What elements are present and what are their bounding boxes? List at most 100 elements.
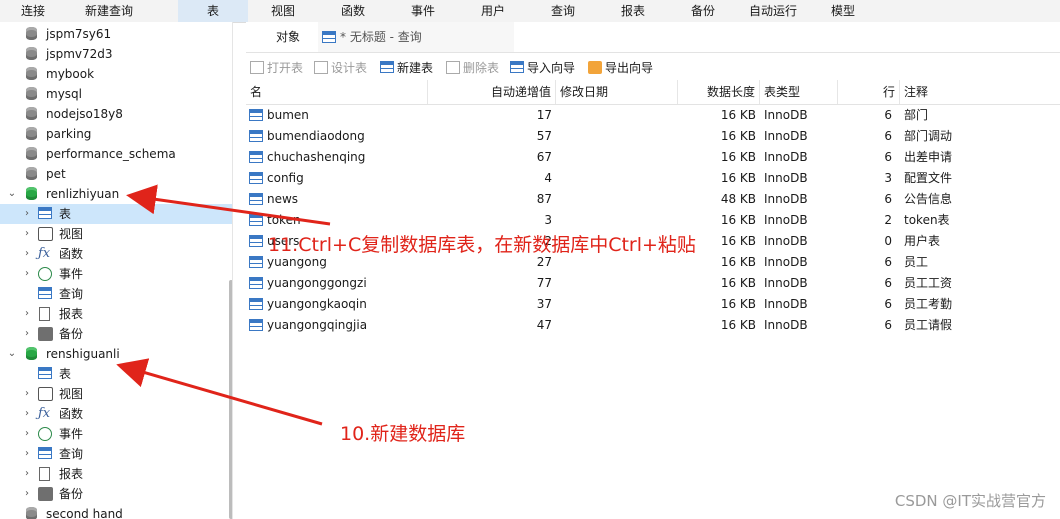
menu-new-query[interactable]: 新建查询: [70, 0, 148, 22]
cell-modified: [562, 168, 672, 189]
tree-node-events[interactable]: › 事件: [0, 264, 232, 284]
col-engine-header[interactable]: 表类型: [760, 80, 838, 104]
cell-name: yuangonggongzi: [267, 276, 367, 290]
table-row[interactable]: news 87 48 KB InnoDB 6 公告信息: [246, 189, 1060, 210]
new-table-button[interactable]: 新建表: [380, 56, 442, 80]
menu-report[interactable]: 报表: [600, 0, 666, 22]
chevron-right-icon[interactable]: ›: [22, 304, 32, 324]
cell-modified: [562, 105, 672, 126]
chevron-right-icon[interactable]: ›: [22, 404, 32, 424]
tree-node-functions[interactable]: › ƒx 函数: [0, 404, 232, 424]
tree-db-mysql[interactable]: mysql: [0, 84, 232, 104]
chevron-right-icon[interactable]: ›: [22, 224, 32, 244]
table-row[interactable]: bumendiaodong 57 16 KB InnoDB 6 部门调动: [246, 126, 1060, 147]
tree-db-jspmv72d3[interactable]: jspmv72d3: [0, 44, 232, 64]
button-label: 打开表: [267, 61, 304, 75]
sidebar-scrollbar[interactable]: [229, 280, 232, 519]
chevron-right-icon[interactable]: ›: [22, 264, 32, 284]
table-icon: [249, 130, 263, 142]
table-row[interactable]: chuchashenqing 67 16 KB InnoDB 6 出差申请: [246, 147, 1060, 168]
tree-node-tables[interactable]: › 表: [0, 204, 232, 224]
menu-view[interactable]: 视图: [250, 0, 316, 22]
tree-label: performance_schema: [46, 147, 176, 161]
tab-objects[interactable]: 对象: [258, 22, 318, 52]
tree-node-queries[interactable]: 查询: [0, 284, 232, 304]
tree-node-backups[interactable]: › 备份: [0, 484, 232, 504]
tree-db-nodejso18y8[interactable]: nodejso18y8: [0, 104, 232, 124]
table-row[interactable]: yuangongkaoqin 37 16 KB InnoDB 6 员工考勤: [246, 294, 1060, 315]
tree-node-tables[interactable]: 表: [0, 364, 232, 384]
table-row[interactable]: yuangonggongzi 77 16 KB InnoDB 6 员工工资: [246, 273, 1060, 294]
tree-db-renshiguanli[interactable]: ⌄ renshiguanli: [0, 344, 232, 364]
tree-node-queries[interactable]: › 查询: [0, 444, 232, 464]
cell-data-len: 16 KB: [720, 171, 756, 185]
query-icon: [322, 31, 336, 43]
col-autoinc-header[interactable]: 自动递增值: [428, 80, 556, 104]
tree-node-views[interactable]: › 视图: [0, 224, 232, 244]
menu-backup[interactable]: 备份: [670, 0, 736, 22]
cell-modified: [562, 126, 672, 147]
chevron-right-icon[interactable]: ›: [22, 384, 32, 404]
button-label: 设计表: [331, 61, 368, 75]
table-icon: [249, 256, 263, 268]
menu-function[interactable]: 函数: [320, 0, 386, 22]
menu-user[interactable]: 用户: [460, 0, 526, 22]
tree-db-pet[interactable]: pet: [0, 164, 232, 184]
database-icon: [26, 67, 41, 81]
open-table-button[interactable]: 打开表: [250, 56, 312, 80]
button-label: 删除表: [463, 61, 500, 75]
tree-db-mybook[interactable]: mybook: [0, 64, 232, 84]
menu-automation[interactable]: 自动运行: [740, 0, 806, 22]
cell-rows: 2: [884, 213, 892, 227]
tree-db-parking[interactable]: parking: [0, 124, 232, 144]
import-wizard-button[interactable]: 导入向导: [510, 56, 584, 80]
export-wizard-button[interactable]: 导出向导: [588, 56, 662, 80]
table-row[interactable]: yuangongqingjia 47 16 KB InnoDB 6 员工请假: [246, 315, 1060, 336]
table-row[interactable]: bumen 17 16 KB InnoDB 6 部门: [246, 105, 1060, 126]
col-modified-header[interactable]: 修改日期: [556, 80, 678, 104]
col-rows-header[interactable]: 行: [838, 80, 900, 104]
col-comment-header[interactable]: 注释: [900, 80, 1060, 104]
cell-auto-inc: 4: [544, 171, 552, 185]
tree-label: jspmv72d3: [46, 47, 113, 61]
chevron-right-icon[interactable]: ›: [22, 244, 32, 264]
tab-untitled-query[interactable]: * 无标题 - 查询: [318, 22, 514, 52]
cell-engine: InnoDB: [764, 213, 808, 227]
tree-label: 事件: [59, 267, 84, 281]
cell-auto-inc: 87: [536, 192, 552, 206]
menu-model[interactable]: 模型: [810, 0, 876, 22]
tree-node-views[interactable]: › 视图: [0, 384, 232, 404]
tree-db-performance-schema[interactable]: performance_schema: [0, 144, 232, 164]
table-row[interactable]: config 4 16 KB InnoDB 3 配置文件: [246, 168, 1060, 189]
cell-engine: InnoDB: [764, 150, 808, 164]
menubar: 连接 新建查询 表 视图 函数 事件 用户 查询 报表 备份 自动运行 模型: [0, 0, 1060, 23]
tree-node-events[interactable]: › 事件: [0, 424, 232, 444]
delete-table-button[interactable]: 删除表: [446, 56, 508, 80]
chevron-right-icon[interactable]: ›: [22, 204, 32, 224]
tree-db-second-hand[interactable]: second hand: [0, 504, 232, 519]
col-datalen-header[interactable]: 数据长度: [678, 80, 760, 104]
tree-db-jspm7sy61[interactable]: jspm7sy61: [0, 24, 232, 44]
chevron-right-icon[interactable]: ›: [22, 444, 32, 464]
menu-table[interactable]: 表: [178, 0, 248, 22]
tree-node-reports[interactable]: › 报表: [0, 464, 232, 484]
col-name-header[interactable]: 名: [246, 80, 428, 104]
chevron-right-icon[interactable]: ›: [22, 484, 32, 504]
table-icon: [249, 172, 263, 184]
tree-node-reports[interactable]: › 报表: [0, 304, 232, 324]
tree-node-backups[interactable]: › 备份: [0, 324, 232, 344]
table-row[interactable]: token 3 16 KB InnoDB 2 token表: [246, 210, 1060, 231]
cell-comment: 用户表: [904, 234, 941, 248]
chevron-right-icon[interactable]: ›: [22, 324, 32, 344]
chevron-down-icon[interactable]: ⌄: [7, 184, 17, 204]
menu-query[interactable]: 查询: [530, 0, 596, 22]
design-table-button[interactable]: 设计表: [314, 56, 376, 80]
tree-db-renlizhiyuan[interactable]: ⌄ renlizhiyuan: [0, 184, 232, 204]
menu-event[interactable]: 事件: [390, 0, 456, 22]
tree-node-functions[interactable]: › ƒx 函数: [0, 244, 232, 264]
cell-engine: InnoDB: [764, 171, 808, 185]
chevron-down-icon[interactable]: ⌄: [7, 344, 17, 364]
chevron-right-icon[interactable]: ›: [22, 464, 32, 484]
chevron-right-icon[interactable]: ›: [22, 424, 32, 444]
menu-connect[interactable]: 连接: [0, 0, 66, 22]
